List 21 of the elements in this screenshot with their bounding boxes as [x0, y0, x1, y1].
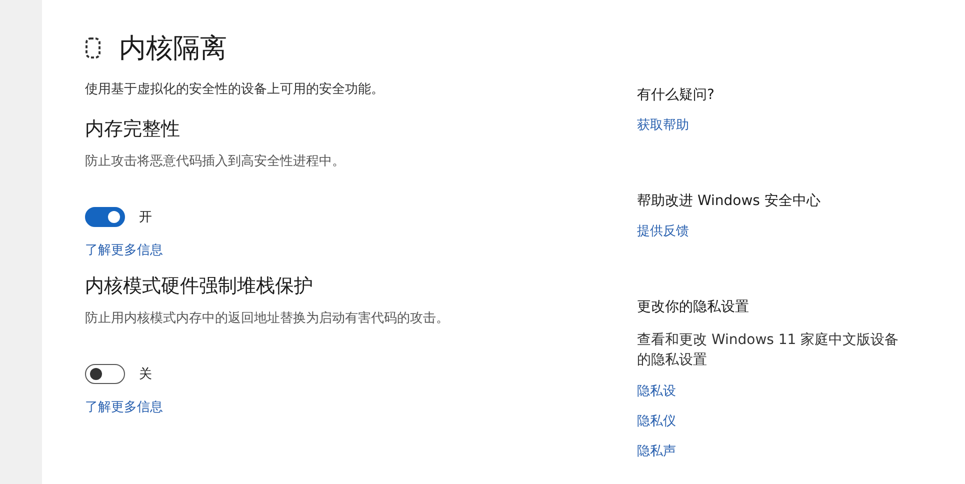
- section-description: 防止攻击将恶意代码插入到高安全性进程中。: [85, 153, 346, 170]
- section-heading: 内核模式硬件强制堆栈保护: [85, 274, 314, 299]
- sidebar-text: 查看和更改 Windows 11 家庭中文版设备的隐私设置: [637, 331, 900, 370]
- sidebar-link[interactable]: 隐私声: [637, 442, 907, 460]
- learn-more-link[interactable]: 了解更多信息: [85, 398, 637, 416]
- sidebar-link[interactable]: 提供反馈: [637, 222, 907, 240]
- sidebar-heading: 更改你的隐私设置: [637, 298, 750, 316]
- page-title: 内核隔离: [119, 32, 227, 66]
- toggle-state-label: 开: [139, 209, 152, 226]
- sidebar-link[interactable]: 隐私仪: [637, 412, 907, 430]
- section-description: 防止用内核模式内存中的返回地址替换为启动有害代码的攻击。: [85, 310, 450, 327]
- section-heading: 内存完整性: [85, 117, 181, 142]
- sidebar-heading: 帮助改进 Windows 安全中心: [637, 192, 822, 210]
- toggle-switch[interactable]: [85, 364, 125, 384]
- learn-more-link[interactable]: 了解更多信息: [85, 241, 637, 259]
- sidebar-link[interactable]: 获取帮助: [637, 116, 907, 134]
- sidebar-link[interactable]: 隐私设: [637, 382, 907, 400]
- toggle-switch[interactable]: [85, 207, 125, 227]
- page-description: 使用基于虚拟化的安全性的设备上可用的安全功能。: [85, 81, 385, 98]
- toggle-state-label: 关: [139, 366, 152, 383]
- sidebar-heading: 有什么疑问?: [637, 86, 716, 104]
